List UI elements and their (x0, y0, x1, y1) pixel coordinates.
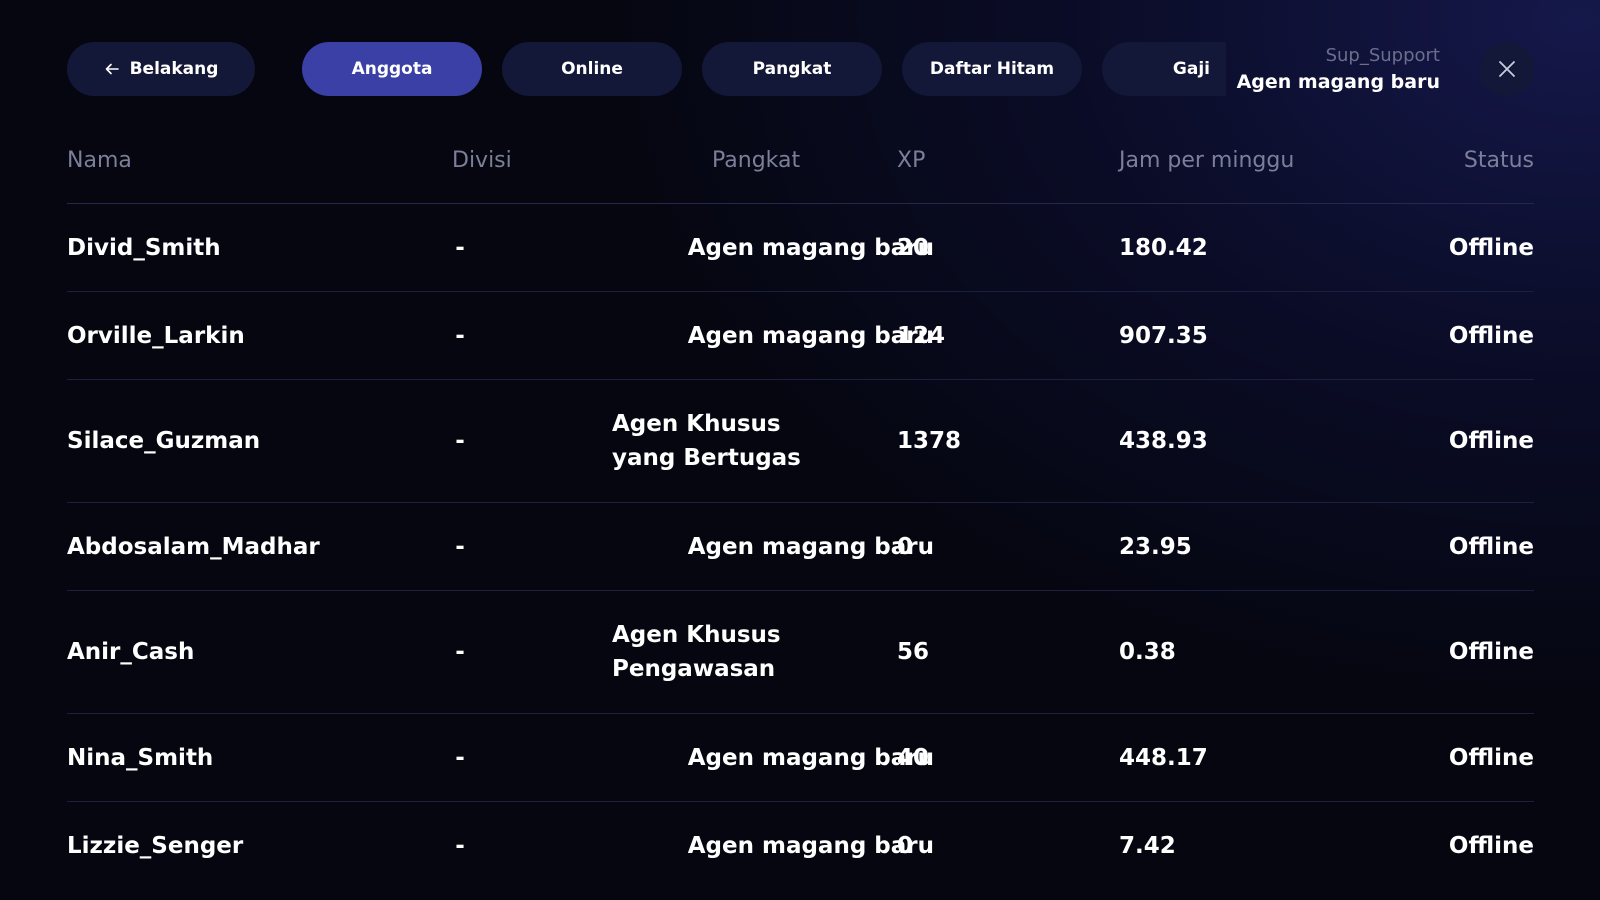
member-status: Offline (1448, 744, 1534, 771)
member-division: - (455, 744, 465, 771)
member-name: Anir_Cash (67, 639, 195, 665)
tab-label: Daftar Hitam (929, 59, 1055, 79)
tab-pangkat[interactable]: Pangkat (702, 42, 882, 96)
column-header-status[interactable]: Status (1464, 148, 1534, 173)
tab-label: Gaji (1172, 59, 1210, 79)
profile-rank: Agen magang baru (1236, 71, 1440, 93)
member-hours: 180.42 (1119, 234, 1208, 261)
table-row[interactable]: Lizzie_Senger - Agen magang baru 0 7.42 … (67, 802, 1534, 889)
close-icon (1499, 61, 1515, 77)
table-row[interactable]: Nina_Smith - Agen magang baru 40 448.17 … (67, 714, 1534, 802)
member-rank: Agen magang baru (687, 322, 934, 349)
table-row[interactable]: Silace_Guzman - Agen Khusus yang Bertuga… (67, 380, 1534, 503)
table-row[interactable]: Orville_Larkin - Agen magang baru 124 90… (67, 292, 1534, 380)
member-xp: 0 (897, 832, 914, 859)
table-row[interactable]: Anir_Cash - Agen Khusus Pengawasan 56 0.… (67, 591, 1534, 714)
member-division: - (455, 234, 465, 261)
member-status: Offline (1448, 639, 1534, 665)
table-row[interactable]: Abdosalam_Madhar - Agen magang baru 0 23… (67, 503, 1534, 591)
back-button-label: Belakang (129, 59, 219, 79)
member-xp: 1378 (897, 428, 962, 454)
profile-username: Sup_Support (1325, 45, 1440, 66)
member-division: - (455, 322, 465, 349)
tab-label: Anggota (351, 59, 433, 79)
tab-online[interactable]: Online (502, 42, 682, 96)
column-header-division[interactable]: Divisi (452, 148, 512, 173)
column-header-name[interactable]: Nama (67, 148, 132, 173)
member-rank: Agen Khusus yang Bertugas (612, 411, 801, 471)
member-name: Lizzie_Senger (67, 832, 244, 859)
member-name: Divid_Smith (67, 234, 221, 261)
tab-gaji[interactable]: Gaji (1102, 42, 1226, 96)
member-division: - (455, 533, 465, 560)
members-table: Nama Divisi Pangkat XP Jam per minggu St… (67, 140, 1534, 889)
member-xp: 0 (897, 533, 914, 560)
member-rank: Agen magang baru (687, 744, 934, 771)
member-name: Orville_Larkin (67, 322, 245, 349)
back-button[interactable]: Belakang (67, 42, 255, 96)
user-profile: Sup_Support Agen magang baru (1237, 42, 1440, 96)
member-hours: 907.35 (1119, 322, 1208, 349)
member-hours: 7.42 (1119, 832, 1176, 859)
member-status: Offline (1448, 322, 1534, 349)
top-navigation: Belakang Anggota Online Pangkat Daftar H… (0, 0, 1600, 140)
column-header-xp[interactable]: XP (897, 148, 925, 173)
member-hours: 438.93 (1119, 428, 1208, 454)
member-hours: 448.17 (1119, 744, 1208, 771)
member-status: Offline (1448, 234, 1534, 261)
member-xp: 20 (897, 234, 930, 261)
tab-anggota[interactable]: Anggota (302, 42, 482, 96)
member-division: - (455, 428, 465, 454)
column-header-rank[interactable]: Pangkat (712, 148, 800, 173)
member-rank: Agen Khusus Pengawasan (612, 622, 781, 682)
member-division: - (455, 832, 465, 859)
column-header-hours[interactable]: Jam per minggu (1119, 148, 1294, 173)
member-name: Abdosalam_Madhar (67, 533, 320, 560)
tab-label: Online (561, 59, 623, 79)
tab-daftar-hitam[interactable]: Daftar Hitam (902, 42, 1082, 96)
member-xp: 56 (897, 639, 930, 665)
arrow-left-icon (105, 63, 119, 75)
member-status: Offline (1448, 533, 1534, 560)
table-header: Nama Divisi Pangkat XP Jam per minggu St… (67, 140, 1534, 204)
member-rank: Agen magang baru (687, 832, 934, 859)
member-status: Offline (1448, 832, 1534, 859)
member-rank: Agen magang baru (687, 533, 934, 560)
tab-label: Pangkat (752, 59, 832, 79)
member-status: Offline (1448, 428, 1534, 454)
member-hours: 23.95 (1119, 533, 1192, 560)
member-division: - (455, 639, 465, 665)
member-name: Nina_Smith (67, 744, 214, 771)
member-rank: Agen magang baru (687, 234, 934, 261)
member-xp: 40 (897, 744, 930, 771)
close-button[interactable] (1480, 42, 1534, 96)
member-xp: 124 (897, 322, 946, 349)
member-name: Silace_Guzman (67, 428, 261, 454)
member-hours: 0.38 (1119, 639, 1176, 665)
table-row[interactable]: Divid_Smith - Agen magang baru 20 180.42… (67, 204, 1534, 292)
